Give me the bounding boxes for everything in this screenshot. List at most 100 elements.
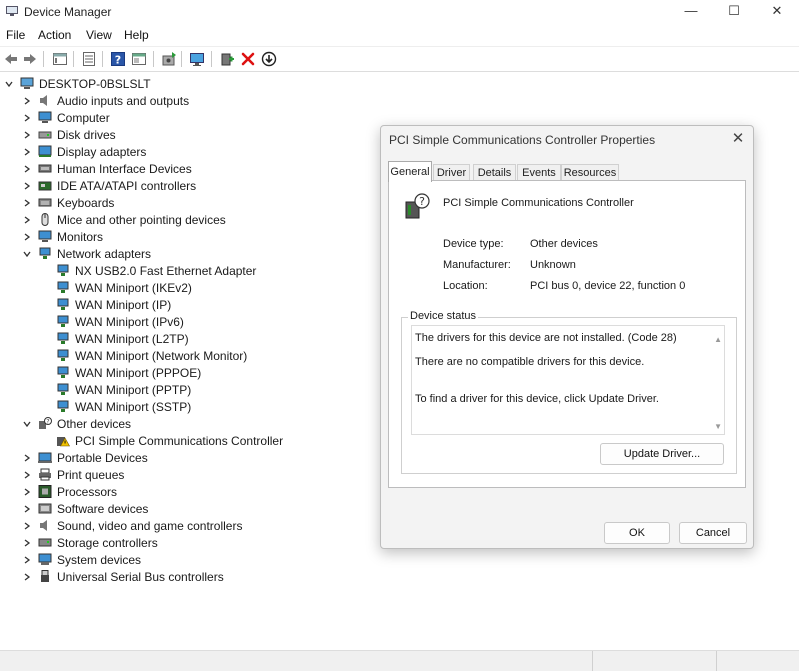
chevron-right-icon[interactable] bbox=[22, 130, 32, 140]
tree-device-label: WAN Miniport (L2TP) bbox=[75, 331, 189, 346]
device-status-textbox[interactable]: The drivers for this device are not inst… bbox=[411, 325, 725, 435]
enable-device-icon[interactable] bbox=[219, 51, 235, 67]
svg-text:?: ? bbox=[46, 419, 49, 426]
chevron-down-icon[interactable] bbox=[22, 249, 32, 259]
tree-root[interactable]: DESKTOP-0BSLSLT bbox=[4, 75, 151, 92]
tree-category-system[interactable]: System devices bbox=[22, 551, 141, 568]
chevron-right-icon[interactable] bbox=[22, 555, 32, 565]
dialog-close-button[interactable]: ✕ bbox=[729, 130, 747, 148]
location-value: PCI bus 0, device 22, function 0 bbox=[530, 280, 686, 292]
tree-device-network[interactable]: WAN Miniport (PPPOE) bbox=[56, 364, 201, 381]
menu-view[interactable]: View bbox=[86, 28, 112, 42]
chevron-right-icon[interactable] bbox=[22, 198, 32, 208]
maximize-button[interactable]: ☐ bbox=[713, 0, 755, 22]
chevron-right-icon[interactable] bbox=[22, 147, 32, 157]
menu-file[interactable]: File bbox=[6, 28, 25, 42]
tree-device-network[interactable]: WAN Miniport (IKEv2) bbox=[56, 279, 192, 296]
software-icon bbox=[38, 503, 52, 514]
tree-category-monitors[interactable]: Monitors bbox=[22, 228, 103, 245]
toolbar-separator bbox=[211, 51, 212, 67]
tree-category-other[interactable]: ? Other devices bbox=[22, 415, 131, 432]
scroll-down-icon[interactable]: ▼ bbox=[714, 422, 722, 431]
tree-category-ide[interactable]: IDE ATA/ATAPI controllers bbox=[22, 177, 196, 194]
ok-button[interactable]: OK bbox=[604, 522, 670, 544]
network-adapter-icon bbox=[57, 315, 69, 327]
back-icon[interactable] bbox=[3, 51, 19, 67]
tree-category-print[interactable]: Print queues bbox=[22, 466, 124, 483]
tree-category-mice[interactable]: Mice and other pointing devices bbox=[22, 211, 226, 228]
network-adapter-icon bbox=[57, 298, 69, 310]
monitor-icon[interactable] bbox=[189, 51, 205, 67]
tree-category-storage[interactable]: Storage controllers bbox=[22, 534, 158, 551]
chevron-right-icon[interactable] bbox=[22, 96, 32, 106]
chevron-down-icon[interactable] bbox=[22, 419, 32, 429]
cancel-button[interactable]: Cancel bbox=[679, 522, 747, 544]
tree-device-network[interactable]: WAN Miniport (L2TP) bbox=[56, 330, 189, 347]
chevron-right-icon[interactable] bbox=[22, 470, 32, 480]
tree-device-network[interactable]: WAN Miniport (IPv6) bbox=[56, 313, 184, 330]
chevron-down-icon[interactable] bbox=[4, 79, 14, 89]
chevron-right-icon[interactable] bbox=[22, 113, 32, 123]
tree-category-label: Sound, video and game controllers bbox=[57, 518, 243, 533]
download-icon[interactable] bbox=[261, 51, 277, 67]
menu-help[interactable]: Help bbox=[124, 28, 149, 42]
show-hidden-icon[interactable] bbox=[81, 51, 97, 67]
chevron-right-icon[interactable] bbox=[22, 504, 32, 514]
ide-icon bbox=[38, 181, 52, 191]
tree-category-network[interactable]: Network adapters bbox=[22, 245, 151, 262]
tree-category-hid[interactable]: Human Interface Devices bbox=[22, 160, 192, 177]
properties-icon[interactable] bbox=[52, 51, 68, 67]
tree-category-computer[interactable]: Computer bbox=[22, 109, 110, 126]
close-button[interactable]: ✕ bbox=[756, 0, 798, 22]
minimize-button[interactable]: — bbox=[670, 0, 712, 22]
scroll-up-icon[interactable]: ▲ bbox=[714, 335, 722, 344]
chevron-right-icon[interactable] bbox=[22, 232, 32, 242]
tree-category-display[interactable]: Display adapters bbox=[22, 143, 146, 160]
network-adapter-icon bbox=[57, 264, 69, 276]
tree-category-label: Software devices bbox=[57, 501, 149, 516]
forward-icon[interactable] bbox=[22, 51, 38, 67]
chevron-right-icon[interactable] bbox=[22, 487, 32, 497]
tree-device-network[interactable]: WAN Miniport (IP) bbox=[56, 296, 171, 313]
chevron-right-icon[interactable] bbox=[22, 181, 32, 191]
tree-category-usb[interactable]: Universal Serial Bus controllers bbox=[22, 568, 224, 585]
mouse-icon bbox=[41, 213, 49, 226]
chevron-right-icon[interactable] bbox=[22, 538, 32, 548]
update-driver-icon[interactable] bbox=[161, 51, 177, 67]
network-adapter-icon bbox=[57, 332, 69, 344]
tree-category-portable[interactable]: Portable Devices bbox=[22, 449, 148, 466]
chevron-right-icon[interactable] bbox=[22, 572, 32, 582]
chevron-right-icon[interactable] bbox=[22, 521, 32, 531]
tree-device-network[interactable]: WAN Miniport (SSTP) bbox=[56, 398, 191, 415]
device-manager-icon bbox=[6, 6, 18, 16]
tree-device-network[interactable]: WAN Miniport (PPTP) bbox=[56, 381, 191, 398]
tree-category-processors[interactable]: Processors bbox=[22, 483, 117, 500]
tree-category-keyboards[interactable]: Keyboards bbox=[22, 194, 114, 211]
view-icon[interactable] bbox=[131, 51, 147, 67]
tree-device-pci[interactable]: PCI Simple Communications Controller bbox=[56, 432, 283, 449]
chevron-right-icon[interactable] bbox=[22, 453, 32, 463]
chevron-right-icon[interactable] bbox=[22, 215, 32, 225]
tree-category-sound[interactable]: Sound, video and game controllers bbox=[22, 517, 242, 534]
tree-category-audio[interactable]: Audio inputs and outputs bbox=[22, 92, 189, 109]
toolbar: ? bbox=[0, 46, 799, 72]
menu-action[interactable]: Action bbox=[38, 28, 71, 42]
printer-icon bbox=[39, 468, 51, 481]
manufacturer-value: Unknown bbox=[530, 259, 576, 271]
device-type-label: Device type: bbox=[443, 238, 504, 250]
tree-category-label: Other devices bbox=[57, 416, 132, 431]
toolbar-separator bbox=[102, 51, 103, 67]
tree-category-label: Disk drives bbox=[57, 127, 116, 142]
update-driver-button[interactable]: Update Driver... bbox=[600, 443, 724, 465]
tree-category-disk[interactable]: Disk drives bbox=[22, 126, 116, 143]
storage-icon bbox=[38, 538, 52, 547]
uninstall-icon[interactable] bbox=[240, 51, 256, 67]
tab-general[interactable]: General bbox=[388, 161, 432, 182]
network-adapter-icon bbox=[57, 383, 69, 395]
chevron-right-icon[interactable] bbox=[22, 164, 32, 174]
tree-category-software[interactable]: Software devices bbox=[22, 500, 148, 517]
tree-device-network[interactable]: WAN Miniport (Network Monitor) bbox=[56, 347, 247, 364]
tree-category-label: System devices bbox=[57, 552, 142, 567]
tree-device-network[interactable]: NX USB2.0 Fast Ethernet Adapter bbox=[56, 262, 256, 279]
help-icon[interactable]: ? bbox=[110, 51, 126, 67]
